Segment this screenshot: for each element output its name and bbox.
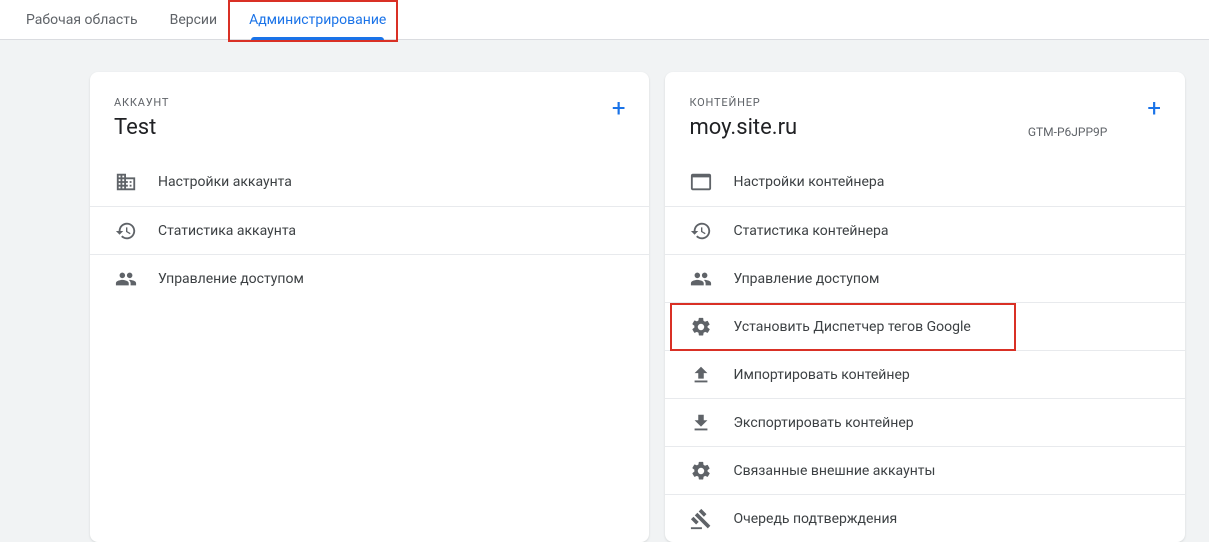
gear-icon <box>689 459 713 483</box>
list-item-label: Экспортировать контейнер <box>733 415 913 431</box>
add-account-button[interactable]: + <box>612 96 626 120</box>
history-icon <box>689 219 713 243</box>
export-container[interactable]: Экспортировать контейнер <box>665 398 1185 446</box>
list-item-label: Статистика контейнера <box>733 223 888 239</box>
tab-workspace[interactable]: Рабочая область <box>10 0 154 40</box>
container-settings[interactable]: Настройки контейнера <box>665 158 1185 206</box>
tab-admin[interactable]: Администрирование <box>233 0 402 40</box>
history-icon <box>114 219 138 243</box>
import-container[interactable]: Импортировать контейнер <box>665 350 1185 398</box>
add-container-button[interactable]: + <box>1147 96 1161 120</box>
account-section-label: АККАУНТ <box>114 96 169 109</box>
container-section-label: КОНТЕЙНЕР <box>689 96 1147 109</box>
list-item-label: Установить Диспетчер тегов Google <box>733 319 970 335</box>
account-activity[interactable]: Статистика аккаунта <box>90 206 649 254</box>
external-account-links[interactable]: Связанные внешние аккаунты <box>665 446 1185 494</box>
container-activity[interactable]: Статистика контейнера <box>665 206 1185 254</box>
webpage-icon <box>689 170 713 194</box>
container-card: КОНТЕЙНЕР moy.site.ru GTM-P6JPP9P + Наст… <box>665 72 1185 542</box>
list-item-label: Управление доступом <box>158 271 304 287</box>
approval-queue[interactable]: Очередь подтверждения <box>665 494 1185 542</box>
download-icon <box>689 411 713 435</box>
domain-icon <box>114 170 138 194</box>
container-title: moy.site.ru <box>689 115 797 140</box>
list-item-label: Очередь подтверждения <box>733 511 897 527</box>
list-item-label: Статистика аккаунта <box>158 223 296 239</box>
upload-icon <box>689 363 713 387</box>
list-item-label: Настройки аккаунта <box>158 174 292 190</box>
list-item-label: Импортировать контейнер <box>733 367 909 383</box>
people-icon <box>689 267 713 291</box>
account-card: АККАУНТ Test + Настройки аккаунта Статис… <box>90 72 649 542</box>
people-icon <box>114 267 138 291</box>
container-user-management[interactable]: Управление доступом <box>665 254 1185 302</box>
install-gtm[interactable]: Установить Диспетчер тегов Google <box>665 302 1185 350</box>
account-user-management[interactable]: Управление доступом <box>90 254 649 302</box>
account-settings[interactable]: Настройки аккаунта <box>90 158 649 206</box>
gavel-icon <box>689 507 713 531</box>
account-title: Test <box>114 115 169 140</box>
top-tabs: Рабочая область Версии Администрирование <box>0 0 1209 40</box>
gear-icon <box>689 315 713 339</box>
list-item-label: Связанные внешние аккаунты <box>733 463 935 479</box>
list-item-label: Настройки контейнера <box>733 174 884 190</box>
tab-versions[interactable]: Версии <box>154 0 234 40</box>
container-id: GTM-P6JPP9P <box>1028 125 1108 139</box>
list-item-label: Управление доступом <box>733 271 879 287</box>
